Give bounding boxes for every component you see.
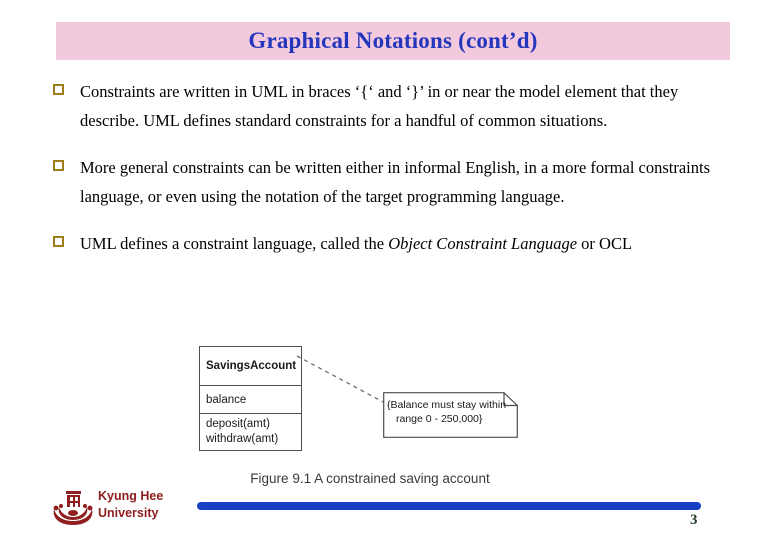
list-item: UML defines a constraint language, calle… <box>50 230 740 259</box>
list-item-text: UML defines a constraint language, calle… <box>80 230 740 259</box>
hollow-square-bullet-icon <box>53 236 64 247</box>
title-banner: Graphical Notations (cont’d) <box>56 22 730 60</box>
slide-canvas: Graphical Notations (cont’d) Constraints… <box>0 0 780 540</box>
university-name-line-2: University <box>98 506 159 520</box>
bullet-1-text: Constraints are written in UML in braces… <box>80 82 679 130</box>
bullet-3-text-italic: Object Constraint Language <box>388 234 578 253</box>
bullet-2-text: More general constraints can be written … <box>80 158 711 206</box>
uml-note: {Balance must stay within range 0 - 250,… <box>383 392 518 438</box>
uml-note-text: {Balance must stay within range 0 - 250,… <box>387 398 517 426</box>
university-name: Kyung Hee University <box>98 488 163 522</box>
bullet-3-text-lead: UML defines a constraint language, calle… <box>80 234 389 253</box>
page-title: Graphical Notations (cont’d) <box>248 28 538 53</box>
bullet-list: Constraints are written in UML in braces… <box>50 78 740 278</box>
uml-operation-deposit: deposit(amt) <box>206 418 270 430</box>
uml-note-line-2: range 0 - 250,000} <box>396 413 483 425</box>
hollow-square-bullet-icon <box>53 160 64 171</box>
uml-class-name-compartment: SavingsAccount <box>200 347 301 386</box>
list-item: Constraints are written in UML in braces… <box>50 78 740 135</box>
uml-note-anchor-line <box>296 355 388 405</box>
page-number: 3 <box>690 512 698 528</box>
figure-caption: Figure 9.1 A constrained saving account <box>250 471 490 486</box>
university-name-line-1: Kyung Hee <box>98 489 164 503</box>
uml-class-name: SavingsAccount <box>206 360 297 372</box>
list-item-text: More general constraints can be written … <box>80 154 740 211</box>
uml-attribute-balance: balance <box>206 393 247 406</box>
uml-figure: SavingsAccount balance deposit(amt) with… <box>0 336 780 501</box>
uml-class-attribute-compartment: balance <box>200 386 301 414</box>
hollow-square-bullet-icon <box>53 84 64 95</box>
kyung-hee-crest-icon <box>53 491 93 525</box>
footer-accent-bar <box>197 502 701 510</box>
uml-operation-withdraw: withdraw(amt) <box>206 433 279 445</box>
uml-note-line-1: {Balance must stay within <box>387 399 507 411</box>
uml-class-box: SavingsAccount balance deposit(amt) with… <box>199 346 302 451</box>
list-item: More general constraints can be written … <box>50 154 740 211</box>
uml-class-operation-compartment: deposit(amt) withdraw(amt) <box>200 414 301 450</box>
bullet-3-text-tail: or OCL <box>577 234 633 253</box>
list-item-text: Constraints are written in UML in braces… <box>80 78 740 135</box>
